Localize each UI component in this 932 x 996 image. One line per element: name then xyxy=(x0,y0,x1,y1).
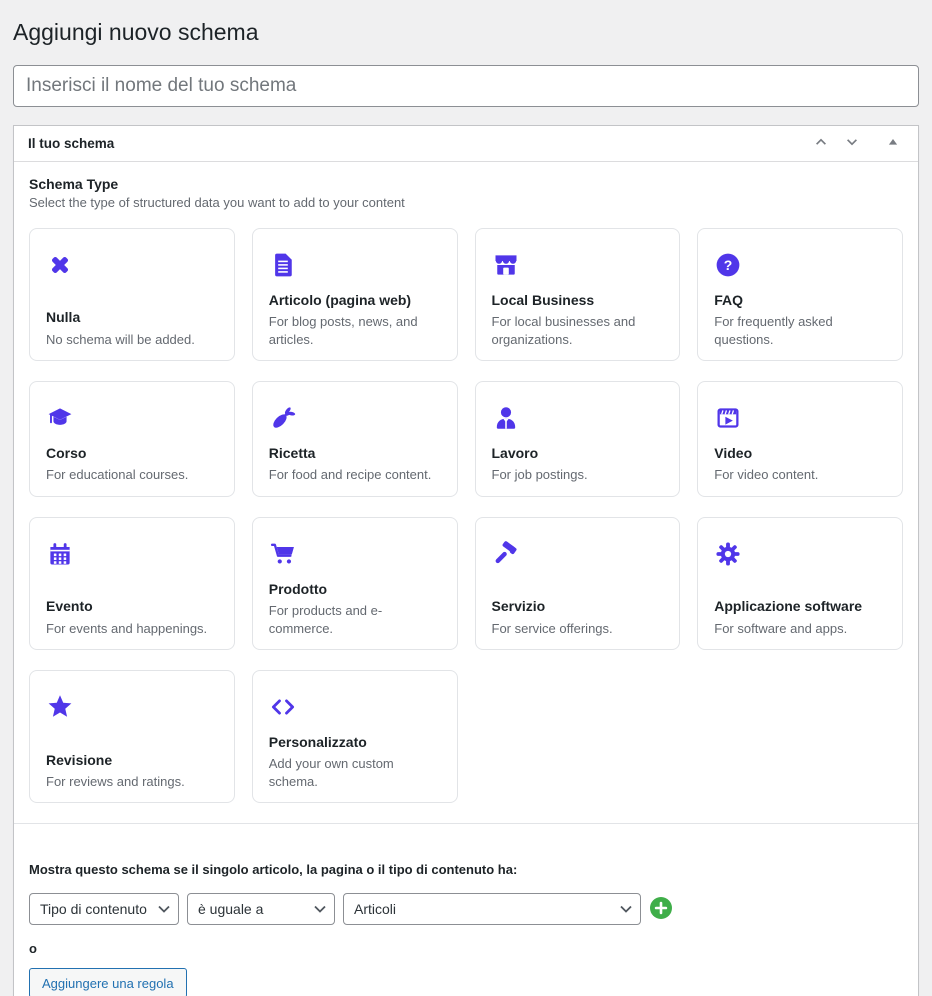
card-revisione[interactable]: Revisione For reviews and ratings. xyxy=(29,670,235,803)
svg-text:?: ? xyxy=(724,257,733,273)
video-icon xyxy=(714,404,742,432)
card-title: Nulla xyxy=(46,308,218,326)
card-title: Ricetta xyxy=(269,444,441,462)
card-lavoro[interactable]: Lavoro For job postings. xyxy=(475,381,681,497)
person-icon xyxy=(492,404,520,432)
rule-subject-select[interactable]: Tipo di contenuto xyxy=(29,893,179,925)
metabox-header[interactable]: Il tuo schema xyxy=(14,126,918,162)
card-description: For food and recipe content. xyxy=(269,466,441,484)
card-description: Add your own custom schema. xyxy=(269,755,441,790)
card-applicazione-software[interactable]: Applicazione software For software and a… xyxy=(697,517,903,650)
your-schema-metabox: Il tuo schema xyxy=(13,125,919,996)
move-down-button[interactable] xyxy=(841,132,863,154)
card-description: For local businesses and organizations. xyxy=(492,313,664,348)
rule-operator-select[interactable]: è uguale a xyxy=(187,893,335,925)
card-title: Corso xyxy=(46,444,218,462)
metabox-body: Schema Type Select the type of structure… xyxy=(14,162,918,996)
card-title: Local Business xyxy=(492,291,664,309)
card-description: For reviews and ratings. xyxy=(46,773,218,791)
card-description: For products and e-commerce. xyxy=(269,602,441,637)
card-title: FAQ xyxy=(714,291,886,309)
card-corso[interactable]: Corso For educational courses. xyxy=(29,381,235,497)
card-description: For blog posts, news, and articles. xyxy=(269,313,441,348)
metabox-controls xyxy=(810,132,904,154)
store-icon xyxy=(492,251,520,279)
card-video[interactable]: Video For video content. xyxy=(697,381,903,497)
rule-subject-select-wrap: Tipo di contenuto xyxy=(29,893,179,925)
card-title: Applicazione software xyxy=(714,597,886,615)
add-condition-button[interactable] xyxy=(649,897,673,921)
schema-type-grid: Nulla No schema will be added. Articolo … xyxy=(29,228,903,804)
card-title: Servizio xyxy=(492,597,664,615)
toggle-panel-button[interactable] xyxy=(882,132,904,154)
hammer-icon xyxy=(492,540,520,568)
display-rule-row: Tipo di contenuto è uguale a xyxy=(29,893,903,925)
display-rules-heading: Mostra questo schema se il singolo artic… xyxy=(29,862,903,877)
card-faq[interactable]: ? FAQ For frequently asked questions. xyxy=(697,228,903,361)
card-title: Lavoro xyxy=(492,444,664,462)
star-icon xyxy=(46,693,74,721)
xmark-icon xyxy=(46,251,74,279)
gear-icon xyxy=(714,540,742,568)
metabox-title: Il tuo schema xyxy=(28,136,114,151)
card-description: For events and happenings. xyxy=(46,620,218,638)
schema-type-heading: Schema Type xyxy=(29,176,903,192)
card-description: For video content. xyxy=(714,466,886,484)
graduation-cap-icon xyxy=(46,404,74,432)
card-nulla[interactable]: Nulla No schema will be added. xyxy=(29,228,235,361)
page-title: Aggiungi nuovo schema xyxy=(13,18,919,48)
card-description: For job postings. xyxy=(492,466,664,484)
card-description: For educational courses. xyxy=(46,466,218,484)
card-description: For software and apps. xyxy=(714,620,886,638)
card-personalizzato[interactable]: Personalizzato Add your own custom schem… xyxy=(252,670,458,803)
cart-icon xyxy=(269,540,297,568)
chevron-up-icon xyxy=(814,135,828,152)
card-title: Revisione xyxy=(46,751,218,769)
card-local-business[interactable]: Local Business For local businesses and … xyxy=(475,228,681,361)
section-divider xyxy=(14,823,918,824)
plus-circle-icon xyxy=(649,896,673,923)
rule-value-select[interactable]: Articoli xyxy=(343,893,641,925)
code-icon xyxy=(269,693,297,721)
rule-value-select-wrap: Articoli xyxy=(343,893,641,925)
schema-type-subheading: Select the type of structured data you w… xyxy=(29,195,903,210)
card-evento[interactable]: Evento For events and happenings. xyxy=(29,517,235,650)
add-rule-button[interactable]: Aggiungere una regola xyxy=(29,968,187,996)
card-title: Evento xyxy=(46,597,218,615)
carrot-icon xyxy=(269,404,297,432)
triangle-up-icon xyxy=(887,136,899,151)
card-prodotto[interactable]: Prodotto For products and e-commerce. xyxy=(252,517,458,650)
calendar-icon xyxy=(46,540,74,568)
or-label: o xyxy=(29,941,903,956)
card-description: No schema will be added. xyxy=(46,331,218,349)
card-articolo[interactable]: Articolo (pagina web) For blog posts, ne… xyxy=(252,228,458,361)
card-title: Articolo (pagina web) xyxy=(269,291,441,309)
card-title: Personalizzato xyxy=(269,733,441,751)
card-title: Prodotto xyxy=(269,580,441,598)
question-circle-icon: ? xyxy=(714,251,742,279)
move-up-button[interactable] xyxy=(810,132,832,154)
card-ricetta[interactable]: Ricetta For food and recipe content. xyxy=(252,381,458,497)
rule-operator-select-wrap: è uguale a xyxy=(187,893,335,925)
add-schema-page: Aggiungi nuovo schema Il tuo schema xyxy=(0,0,932,996)
card-description: For frequently asked questions. xyxy=(714,313,886,348)
card-description: For service offerings. xyxy=(492,620,664,638)
card-title: Video xyxy=(714,444,886,462)
article-document-icon xyxy=(269,251,297,279)
schema-name-input[interactable] xyxy=(13,65,919,107)
chevron-down-icon xyxy=(845,135,859,152)
card-servizio[interactable]: Servizio For service offerings. xyxy=(475,517,681,650)
